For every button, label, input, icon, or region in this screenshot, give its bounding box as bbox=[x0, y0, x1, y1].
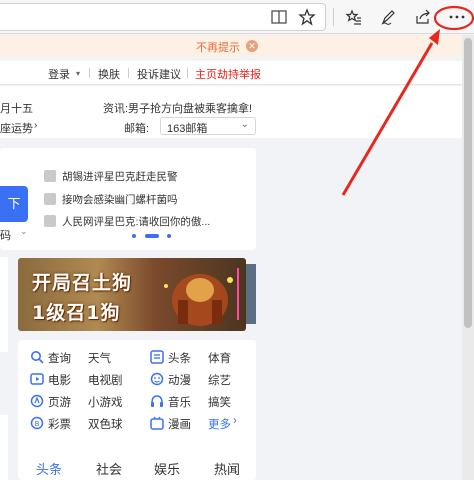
favorites-hub-icon[interactable] bbox=[343, 6, 365, 28]
more-icon[interactable] bbox=[446, 6, 468, 28]
news-icon bbox=[44, 215, 56, 227]
news-item[interactable]: 人民网评星巴克:请收回你的傲... bbox=[62, 214, 210, 229]
anime-icon bbox=[150, 372, 164, 386]
chevron-down-icon: ⌄ bbox=[240, 119, 249, 130]
tab-headlines[interactable]: 头条 bbox=[36, 459, 62, 478]
quicklink-weather[interactable]: 天气 bbox=[88, 350, 111, 366]
quicklink-variety[interactable]: 综艺 bbox=[208, 372, 231, 388]
quicklink-minigame[interactable]: 小游戏 bbox=[88, 394, 123, 410]
login-link[interactable]: 登录 bbox=[48, 66, 70, 82]
notice-bar: 不再提示 ✕ bbox=[0, 35, 462, 57]
quicklink-tv[interactable]: 电视剧 bbox=[88, 372, 123, 388]
divider bbox=[128, 68, 129, 78]
header-area: 月十五 座运势 › 资讯:男子抢方向盘被乘客擒拿! 邮箱: 163邮箱 ⌄ bbox=[0, 86, 462, 138]
feedback-link[interactable]: 投诉建议 bbox=[137, 66, 181, 82]
news-card: 胡锡进评星巴克赶走民警 接吻会感染幽门螺杆菌吗 人民网评星巴克:请收回你的傲..… bbox=[0, 148, 256, 250]
chevron-right-icon: › bbox=[233, 415, 237, 427]
share-icon[interactable] bbox=[412, 6, 434, 28]
reading-view-icon[interactable] bbox=[268, 6, 290, 28]
carousel-dot[interactable] bbox=[167, 234, 171, 238]
report-hijack-link[interactable]: 主页劫持举报 bbox=[195, 66, 261, 82]
news-icon bbox=[44, 193, 56, 205]
side-panel bbox=[0, 415, 8, 480]
headline-link[interactable]: 资讯:男子抢方向盘被乘客擒拿! bbox=[103, 100, 252, 116]
close-icon[interactable]: ✕ bbox=[246, 40, 258, 52]
lunar-date: 月十五 bbox=[0, 103, 33, 115]
quicklink-lottery[interactable]: 彩票 bbox=[48, 416, 71, 432]
divider bbox=[187, 68, 188, 78]
game-ad-banner[interactable]: 开局召土狗 1级召1狗 bbox=[18, 258, 246, 331]
mail-select-value: 163邮箱 bbox=[167, 123, 208, 135]
music-icon bbox=[151, 395, 163, 407]
vertical-scrollbar[interactable] bbox=[462, 35, 474, 480]
chevron-down-icon: ▾ bbox=[76, 69, 81, 78]
pen-notes-icon[interactable] bbox=[377, 6, 399, 28]
quicklink-webgame[interactable]: 页游 bbox=[48, 394, 71, 410]
quicklink-funny[interactable]: 搞笑 bbox=[208, 394, 231, 410]
mail-select[interactable]: 163邮箱 ⌄ bbox=[160, 117, 256, 135]
top-nav: 登录 ▾ 换肤 投诉建议 主页劫持举报 bbox=[0, 61, 462, 85]
quicklink-music[interactable]: 音乐 bbox=[168, 394, 191, 410]
game-monster-image bbox=[164, 268, 239, 326]
quicklink-double-color-ball[interactable]: 双色球 bbox=[88, 416, 123, 432]
tab-hot[interactable]: 热闻 bbox=[214, 459, 240, 478]
tab-entertainment[interactable]: 娱乐 bbox=[154, 459, 180, 478]
carousel-dot[interactable] bbox=[132, 234, 136, 238]
news-item[interactable]: 接吻会感染幽门螺杆菌吗 bbox=[62, 192, 178, 207]
news-tabs: 头条 社会 娱乐 热闻 bbox=[18, 450, 256, 480]
banner-edge bbox=[246, 264, 256, 324]
carousel-dot-active[interactable] bbox=[145, 234, 159, 238]
browser-toolbar bbox=[0, 0, 474, 34]
movie-icon bbox=[30, 373, 44, 385]
divider bbox=[89, 68, 90, 78]
skin-link[interactable]: 换肤 bbox=[98, 66, 120, 82]
dont-show-again-link[interactable]: 不再提示 bbox=[196, 39, 240, 55]
lottery-icon: B bbox=[30, 416, 44, 430]
scrollbar-thumb[interactable] bbox=[464, 38, 472, 328]
svg-text:B: B bbox=[35, 420, 40, 428]
banner-subtitle: 1级召1狗 bbox=[32, 302, 121, 324]
side-panel bbox=[0, 257, 8, 352]
quicklink-query[interactable]: 查询 bbox=[48, 350, 71, 366]
news-item[interactable]: 胡锡进评星巴克赶走民警 bbox=[62, 169, 178, 184]
news-icon bbox=[44, 170, 56, 182]
quicklink-comic[interactable]: 漫画 bbox=[168, 416, 191, 432]
mail-label: 邮箱: bbox=[124, 123, 150, 135]
favorite-star-icon[interactable] bbox=[296, 6, 318, 28]
quicklink-movie[interactable]: 电影 bbox=[48, 372, 71, 388]
partial-text: 码 bbox=[0, 230, 11, 242]
quicklink-sports[interactable]: 体育 bbox=[208, 350, 231, 366]
headlines-icon bbox=[150, 350, 164, 364]
quicklink-more[interactable]: 更多 bbox=[208, 416, 231, 432]
tab-society[interactable]: 社会 bbox=[96, 459, 122, 478]
banner-title: 开局召土狗 bbox=[32, 272, 133, 294]
comic-icon bbox=[150, 416, 164, 430]
chevron-right-icon: › bbox=[34, 120, 38, 131]
search-button[interactable]: 下 bbox=[0, 186, 28, 222]
quicklink-headlines[interactable]: 头条 bbox=[168, 350, 191, 366]
chevron-down-icon: ⌄ bbox=[20, 226, 28, 236]
webgame-icon bbox=[30, 394, 44, 408]
search-icon bbox=[31, 351, 44, 364]
fortune-link[interactable]: 座运势 bbox=[0, 120, 33, 136]
quicklink-anime[interactable]: 动漫 bbox=[168, 372, 191, 388]
web-page: 不再提示 ✕ 登录 ▾ 换肤 投诉建议 主页劫持举报 月十五 座运势 › 资讯:… bbox=[0, 35, 462, 480]
toolbar-separator bbox=[333, 8, 334, 26]
